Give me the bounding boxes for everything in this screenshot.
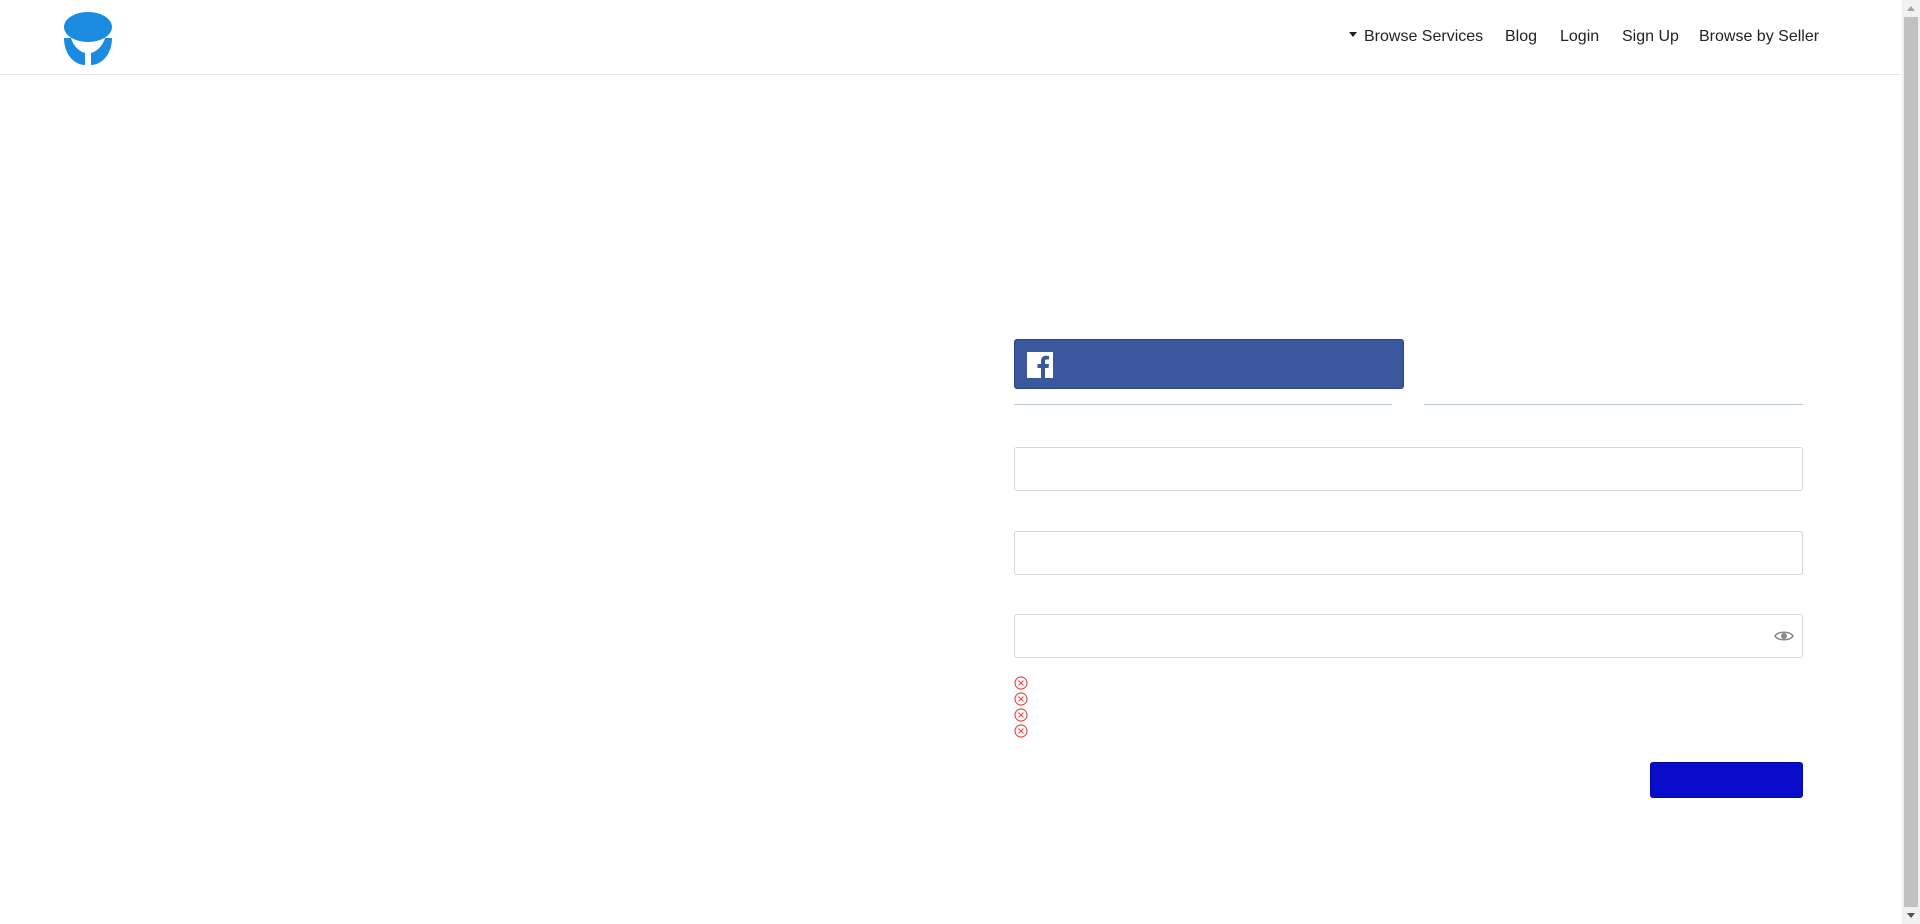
error-circle-icon: [1014, 708, 1028, 722]
requirement-item: [1014, 691, 1028, 707]
top-navbar: Browse Services Blog Login Sign Up Brows…: [0, 0, 1902, 75]
requirement-item: [1014, 707, 1028, 723]
error-circle-icon: [1014, 724, 1028, 738]
submit-button[interactable]: [1650, 762, 1803, 798]
nav-login[interactable]: Login: [1560, 26, 1599, 48]
or-divider-left: [1014, 404, 1392, 405]
brand-logo-icon[interactable]: [61, 11, 115, 65]
nav-blog[interactable]: Blog: [1505, 26, 1537, 48]
scroll-thumb[interactable]: [1904, 17, 1918, 907]
password-field[interactable]: [1014, 614, 1803, 658]
nav-browse-services[interactable]: Browse Services: [1349, 26, 1483, 48]
scroll-down-arrow-icon[interactable]: [1907, 913, 1915, 918]
input-field-1[interactable]: [1014, 447, 1803, 491]
or-divider-right: [1424, 404, 1803, 405]
error-circle-icon: [1014, 676, 1028, 690]
facebook-signup-button[interactable]: [1014, 339, 1404, 389]
facebook-icon: [1027, 352, 1053, 378]
page: Browse Services Blog Login Sign Up Brows…: [0, 0, 1902, 924]
nav-sign-up[interactable]: Sign Up: [1622, 26, 1679, 48]
input-field-2[interactable]: [1014, 531, 1803, 575]
scroll-up-arrow-icon[interactable]: [1907, 6, 1915, 11]
nav-browse-by-seller[interactable]: Browse by Seller: [1699, 26, 1819, 48]
caret-down-icon: [1349, 32, 1357, 38]
eye-icon[interactable]: [1774, 628, 1794, 644]
requirement-item: [1014, 723, 1028, 739]
password-requirements: [1014, 675, 1028, 739]
vertical-scrollbar[interactable]: [1902, 0, 1920, 924]
requirement-item: [1014, 675, 1028, 691]
nav-browse-services-label: Browse Services: [1364, 28, 1484, 45]
error-circle-icon: [1014, 692, 1028, 706]
